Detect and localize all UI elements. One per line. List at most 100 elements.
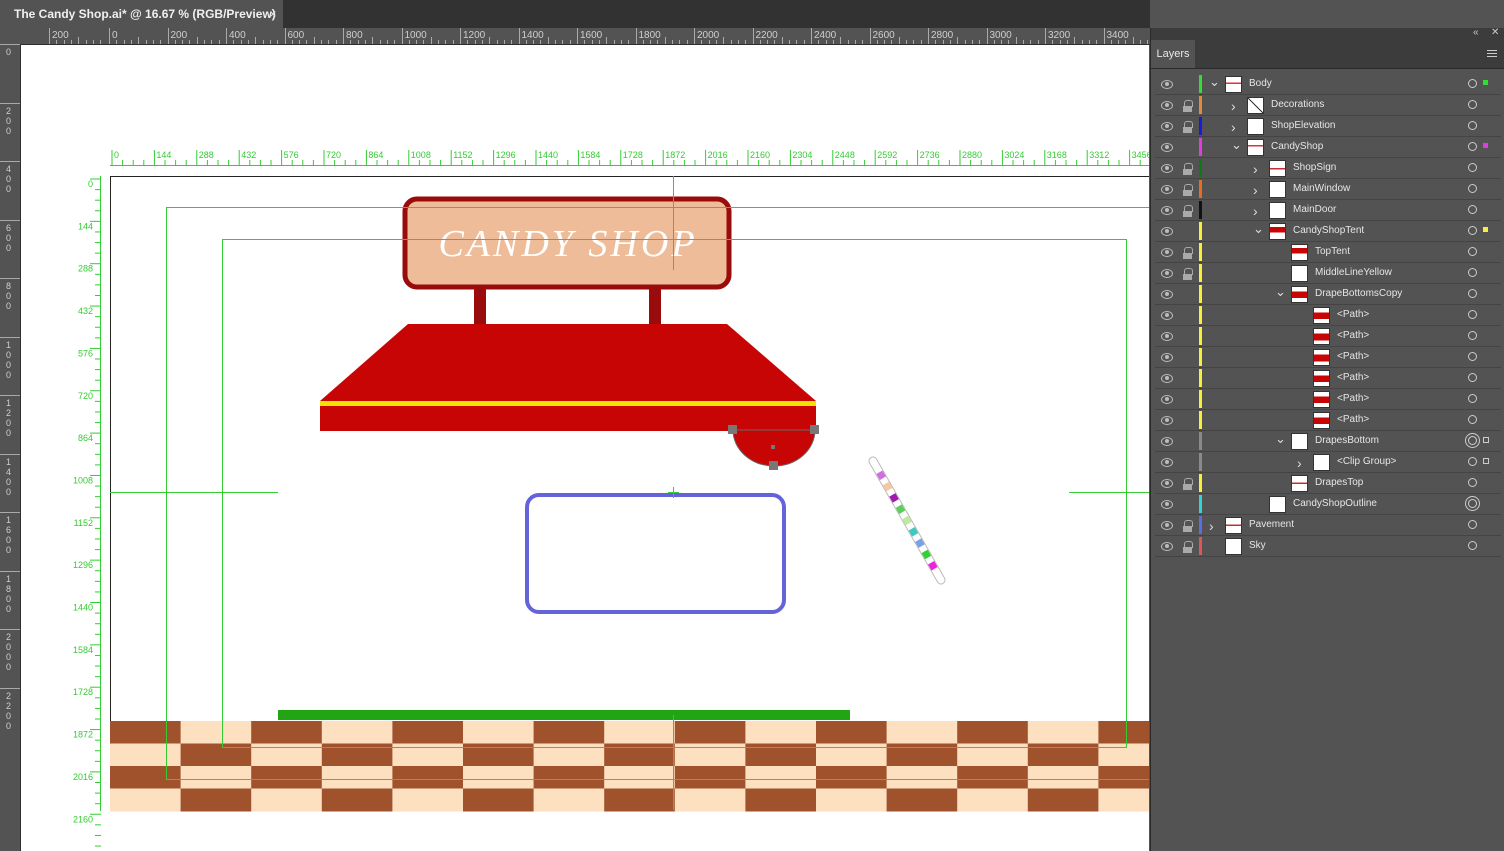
target-circle-icon[interactable] [1468, 436, 1477, 445]
document-canvas[interactable]: 0 144 288 432 576 720 864 1008 1152 1296 1440 1584 1… [21, 45, 1149, 851]
visibility-eye-icon[interactable] [1161, 164, 1173, 173]
target-circle-icon[interactable] [1468, 226, 1477, 235]
close-icon[interactable]: ✕ [1491, 27, 1499, 38]
target-circle-icon[interactable] [1468, 205, 1477, 214]
chevron-right-icon[interactable]: › [1297, 455, 1302, 471]
target-circle-icon[interactable] [1468, 478, 1477, 487]
selection-handle[interactable] [769, 461, 778, 470]
visibility-eye-icon[interactable] [1161, 143, 1173, 152]
target-circle-icon[interactable] [1468, 331, 1477, 340]
visibility-eye-icon[interactable] [1161, 374, 1173, 383]
target-circle-icon[interactable] [1468, 100, 1477, 109]
visibility-eye-icon[interactable] [1161, 500, 1173, 509]
chevron-right-icon[interactable]: › [1231, 98, 1236, 114]
chevron-right-icon[interactable]: › [1253, 182, 1258, 198]
target-circle-icon[interactable] [1468, 289, 1477, 298]
layer-name[interactable]: <Clip Group> [1337, 456, 1396, 467]
selection-indicator[interactable] [1483, 143, 1488, 148]
visibility-eye-icon[interactable] [1161, 542, 1173, 551]
layer-name[interactable]: CandyShopTent [1293, 225, 1364, 236]
layer-row[interactable]: <Path> [1155, 326, 1501, 347]
visibility-eye-icon[interactable] [1161, 248, 1173, 257]
layer-name[interactable]: Sky [1249, 540, 1266, 551]
vertical-ruler[interactable]: 0200400600800100012001400160018002000220… [0, 44, 21, 851]
visibility-eye-icon[interactable] [1161, 395, 1173, 404]
layer-row[interactable]: › ShopSign [1155, 158, 1501, 179]
layer-name[interactable]: Body [1249, 78, 1272, 89]
layer-name[interactable]: <Path> [1337, 351, 1369, 362]
lock-icon[interactable] [1183, 100, 1193, 112]
pavement-checker[interactable] [110, 721, 1149, 812]
layer-row[interactable]: › Pavement [1155, 515, 1501, 536]
chevron-right-icon[interactable]: › [1231, 119, 1236, 135]
visibility-eye-icon[interactable] [1161, 332, 1173, 341]
target-circle-icon[interactable] [1468, 184, 1477, 193]
layer-row[interactable]: TopTent [1155, 242, 1501, 263]
selection-indicator[interactable] [1483, 437, 1489, 443]
layer-name[interactable]: CandyShop [1271, 141, 1323, 152]
sign-post-left[interactable] [474, 288, 486, 326]
tab-layers[interactable]: Layers [1151, 40, 1195, 68]
layer-row[interactable]: CandyShopOutline [1155, 494, 1501, 515]
layer-name[interactable]: <Path> [1337, 372, 1369, 383]
target-circle-icon[interactable] [1468, 541, 1477, 550]
lock-icon[interactable] [1183, 520, 1193, 532]
horizontal-ruler[interactable]: 200 0 200 400 600 800 1000 1200 1400 1600 1800 2000… [0, 28, 1150, 45]
lock-icon[interactable] [1183, 247, 1193, 259]
layer-name[interactable]: ShopSign [1293, 162, 1336, 173]
lock-icon[interactable] [1183, 121, 1193, 133]
target-circle-icon[interactable] [1468, 310, 1477, 319]
layer-name[interactable]: <Path> [1337, 330, 1369, 341]
visibility-eye-icon[interactable] [1161, 269, 1173, 278]
chevron-down-icon[interactable]: ⌄ [1275, 431, 1286, 447]
visibility-eye-icon[interactable] [1161, 353, 1173, 362]
layer-row[interactable]: ⌄ CandyShop [1155, 137, 1501, 158]
target-circle-icon[interactable] [1468, 79, 1477, 88]
layer-row[interactable]: ⌄ DrapesBottom [1155, 431, 1501, 452]
sign-post-right[interactable] [649, 288, 661, 326]
chevron-down-icon[interactable]: ⌄ [1253, 221, 1264, 237]
target-circle-icon[interactable] [1468, 247, 1477, 256]
layer-name[interactable]: TopTent [1315, 246, 1350, 257]
layer-name[interactable]: <Path> [1337, 309, 1369, 320]
layer-name[interactable]: DrapesTop [1315, 477, 1363, 488]
lock-icon[interactable] [1183, 478, 1193, 490]
visibility-eye-icon[interactable] [1161, 227, 1173, 236]
target-circle-icon[interactable] [1468, 415, 1477, 424]
visibility-eye-icon[interactable] [1161, 437, 1173, 446]
lock-icon[interactable] [1183, 541, 1193, 553]
layer-row[interactable]: › <Clip Group> [1155, 452, 1501, 473]
target-circle-icon[interactable] [1468, 142, 1477, 151]
tab-close-icon[interactable]: × [266, 0, 280, 28]
lock-icon[interactable] [1183, 163, 1193, 175]
chevron-right-icon[interactable]: › [1253, 203, 1258, 219]
layer-row[interactable]: › ShopElevation [1155, 116, 1501, 137]
layer-row[interactable]: <Path> [1155, 410, 1501, 431]
layer-row[interactable]: <Path> [1155, 368, 1501, 389]
target-circle-icon[interactable] [1468, 499, 1477, 508]
layer-name[interactable]: <Path> [1337, 414, 1369, 425]
chevron-down-icon[interactable]: ⌄ [1231, 137, 1242, 153]
collapse-panel-icon[interactable]: « [1473, 27, 1479, 38]
selection-indicator[interactable] [1483, 458, 1489, 464]
layer-row[interactable]: Sky [1155, 536, 1501, 557]
visibility-eye-icon[interactable] [1161, 80, 1173, 89]
visibility-eye-icon[interactable] [1161, 290, 1173, 299]
document-tab[interactable]: The Candy Shop.ai* @ 16.67 % (RGB/Previe… [0, 0, 283, 28]
layer-name[interactable]: MiddleLineYellow [1315, 267, 1392, 278]
selection-indicator[interactable] [1483, 227, 1488, 232]
visibility-eye-icon[interactable] [1161, 206, 1173, 215]
target-circle-icon[interactable] [1468, 520, 1477, 529]
visibility-eye-icon[interactable] [1161, 185, 1173, 194]
visibility-eye-icon[interactable] [1161, 122, 1173, 131]
chevron-down-icon[interactable]: ⌄ [1209, 74, 1220, 90]
visibility-eye-icon[interactable] [1161, 458, 1173, 467]
visibility-eye-icon[interactable] [1161, 479, 1173, 488]
layer-row[interactable]: <Path> [1155, 347, 1501, 368]
layer-row[interactable]: ⌄ DrapeBottomsCopy [1155, 284, 1501, 305]
visibility-eye-icon[interactable] [1161, 521, 1173, 530]
chevron-right-icon[interactable]: › [1209, 518, 1214, 534]
visibility-eye-icon[interactable] [1161, 101, 1173, 110]
chevron-right-icon[interactable]: › [1253, 161, 1258, 177]
visibility-eye-icon[interactable] [1161, 416, 1173, 425]
